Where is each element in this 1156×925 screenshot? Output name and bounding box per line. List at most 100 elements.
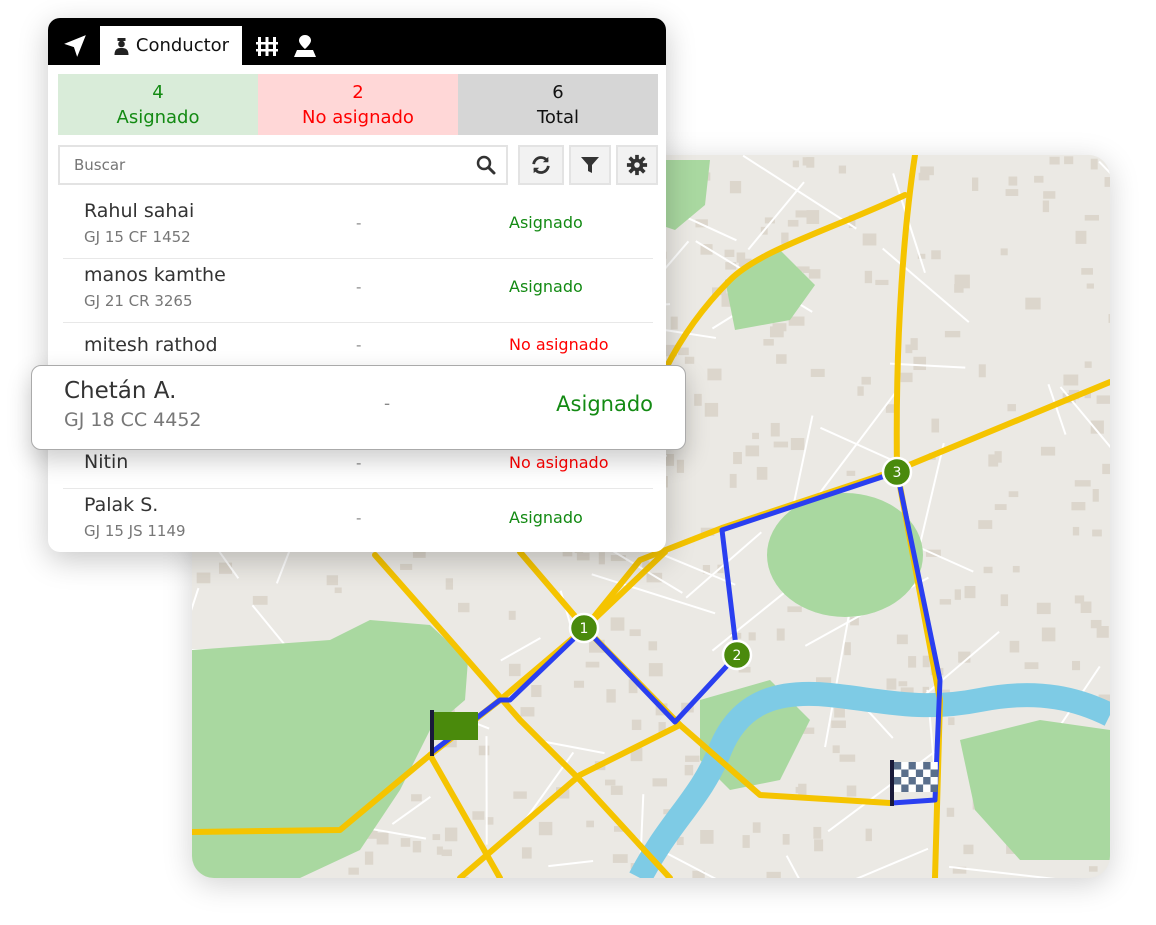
stat-total[interactable]: 6 Total xyxy=(458,74,658,135)
driver-row[interactable]: Rahul sahai GJ 15 CF 1452 - Asignado xyxy=(63,194,653,259)
building xyxy=(1108,314,1110,323)
building xyxy=(648,641,658,651)
route-stop-marker[interactable]: 3 xyxy=(881,456,913,488)
driver-plate: GJ 18 CC 4452 xyxy=(64,409,202,431)
building xyxy=(862,233,877,246)
map-pin-area-icon xyxy=(294,34,316,57)
building xyxy=(586,820,594,828)
building xyxy=(400,838,411,847)
building xyxy=(531,685,542,698)
driver-row[interactable]: manos kamthe GJ 21 CR 3265 - Asignado xyxy=(63,258,653,323)
search-box xyxy=(58,145,508,185)
driver-status: Asignado xyxy=(509,508,583,527)
building xyxy=(598,552,605,565)
tab-geofence[interactable] xyxy=(252,26,282,65)
building xyxy=(1088,866,1098,872)
building xyxy=(610,785,623,795)
route-stop-marker[interactable]: 1 xyxy=(568,612,600,644)
building xyxy=(905,344,913,354)
driver-vehicle: - xyxy=(356,454,362,472)
building xyxy=(931,250,941,260)
building xyxy=(736,252,746,263)
route-stop-marker[interactable]: 2 xyxy=(721,639,753,671)
building xyxy=(792,160,799,168)
status-summary: 4 Asignado 2 No asignado 6 Total xyxy=(58,74,658,135)
filter-icon xyxy=(581,157,599,173)
filter-button[interactable] xyxy=(569,145,611,185)
building xyxy=(1096,395,1110,404)
driver-plate: GJ 15 CF 1452 xyxy=(84,228,191,246)
building xyxy=(1000,248,1008,256)
building xyxy=(994,451,1002,463)
building xyxy=(1102,463,1110,475)
highlighted-driver-card[interactable]: Chetán A. GJ 18 CC 4452 - Asignado xyxy=(31,365,686,450)
building xyxy=(508,610,516,620)
stat-assigned[interactable]: 4 Asignado xyxy=(58,74,258,135)
driver-row[interactable]: Palak S. GJ 15 JS 1149 - Asignado xyxy=(63,489,653,552)
building xyxy=(612,854,628,863)
stop-number: 1 xyxy=(580,621,589,637)
stop-number: 2 xyxy=(733,648,742,664)
driver-vehicle: - xyxy=(356,509,362,527)
building xyxy=(922,655,930,668)
building xyxy=(1075,230,1087,244)
building xyxy=(196,572,211,584)
building xyxy=(573,680,585,688)
building xyxy=(513,791,527,799)
building xyxy=(939,599,952,605)
building xyxy=(1104,177,1110,187)
driver-status: Asignado xyxy=(509,213,583,232)
building xyxy=(411,794,422,802)
building xyxy=(1063,374,1079,386)
building xyxy=(729,180,742,194)
building xyxy=(832,745,840,754)
building xyxy=(432,834,441,841)
building xyxy=(631,719,642,731)
building xyxy=(412,840,422,853)
driver-status: Asignado xyxy=(556,392,653,416)
tab-conductor[interactable]: Conductor xyxy=(100,26,242,65)
building xyxy=(963,844,974,855)
gear-icon xyxy=(626,154,648,176)
building xyxy=(954,589,961,600)
building xyxy=(944,330,961,338)
driver-name: Rahul sahai xyxy=(84,200,195,222)
search-icon[interactable] xyxy=(476,155,496,175)
driver-status: No asignado xyxy=(509,335,609,354)
tab-places[interactable] xyxy=(290,26,320,65)
building xyxy=(1049,156,1060,165)
driver-icon xyxy=(114,37,129,55)
building xyxy=(538,821,553,836)
building xyxy=(1008,491,1019,498)
building xyxy=(795,786,804,794)
building xyxy=(684,356,695,364)
driver-status: No asignado xyxy=(509,453,609,472)
building xyxy=(900,372,913,383)
building xyxy=(1090,619,1102,629)
building xyxy=(913,356,927,371)
building xyxy=(707,368,722,381)
building xyxy=(652,778,668,787)
building xyxy=(983,566,993,574)
building xyxy=(1012,565,1020,573)
tab-tracking[interactable] xyxy=(58,26,92,65)
building xyxy=(441,849,453,857)
building xyxy=(787,606,802,613)
building xyxy=(521,847,532,859)
building xyxy=(478,745,490,756)
building xyxy=(813,826,822,839)
building xyxy=(1074,480,1091,487)
building xyxy=(724,249,735,258)
building xyxy=(1036,602,1051,615)
driver-vehicle: - xyxy=(384,394,391,414)
settings-button[interactable] xyxy=(616,145,658,185)
building xyxy=(846,470,856,476)
building xyxy=(576,552,590,561)
search-input[interactable] xyxy=(72,155,476,175)
driver-plate: GJ 21 CR 3265 xyxy=(84,292,193,310)
refresh-button[interactable] xyxy=(518,145,564,185)
building xyxy=(1000,594,1009,607)
building xyxy=(946,807,955,817)
stat-unassigned[interactable]: 2 No asignado xyxy=(258,74,458,135)
tab-label: Conductor xyxy=(135,35,230,56)
